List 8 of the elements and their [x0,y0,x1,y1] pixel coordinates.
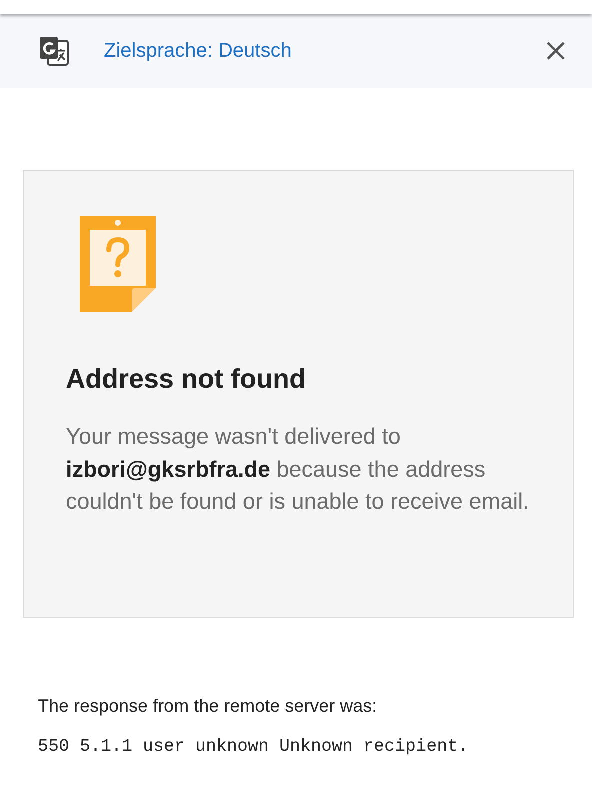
note-question-icon [80,216,156,312]
notice-message: Your message wasn't delivered to izbori@gksrbfra.de because the address couldn't be found or is unable to receive email. [66,423,530,516]
close-icon[interactable] [546,41,566,61]
target-language-link[interactable]: Zielsprache: Deutsch [104,40,546,62]
response-code: 550 5.1.1 user unknown Unknown recipient. [38,737,470,757]
notice-title: Address not found [66,364,307,395]
response-label: The response from the remote server was: [38,696,378,717]
translate-icon[interactable] [38,35,70,67]
